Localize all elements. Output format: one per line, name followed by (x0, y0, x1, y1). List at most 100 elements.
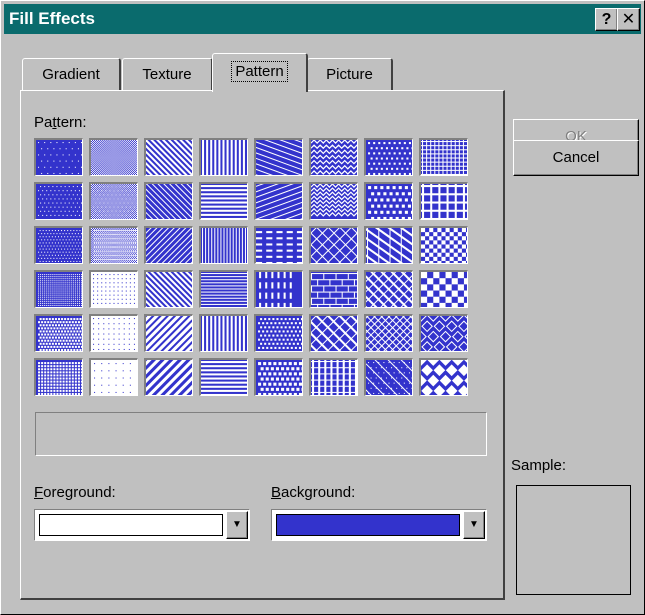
title-bar[interactable]: Fill Effects ? ✕ (4, 4, 641, 34)
pattern-small-bubbles-icon (256, 316, 302, 351)
pattern-swatch-pct30[interactable] (34, 314, 83, 352)
pattern-light-horz-icon (201, 272, 247, 307)
pattern-swatch-zigzag[interactable] (309, 226, 358, 264)
pattern-swatch-small-checker[interactable] (419, 226, 468, 264)
pattern-swatch-pct5[interactable] (34, 138, 83, 176)
sample-preview (516, 485, 631, 595)
pattern-pct80-icon (91, 316, 137, 351)
pattern-swatch-wide-up-diag[interactable] (144, 358, 193, 396)
pattern-swatch-solid-diamond[interactable] (419, 358, 468, 396)
pattern-swatch-pct90[interactable] (89, 358, 138, 396)
pattern-swatch-small-grid[interactable] (419, 138, 468, 176)
pattern-wide-up-diag-icon (146, 360, 192, 395)
pattern-description-box (35, 412, 487, 456)
pattern-swatch-narrow-vert[interactable] (199, 314, 248, 352)
pattern-large-checker-icon (421, 272, 467, 307)
close-button[interactable]: ✕ (617, 8, 640, 31)
pattern-small-confetti-icon (366, 140, 412, 175)
pattern-dash-horz-icon (256, 228, 302, 263)
pattern-small-checker-icon (421, 228, 467, 263)
pattern-solid-diamond-icon (421, 360, 467, 395)
pattern-shingle-icon (366, 228, 412, 263)
pattern-weave-icon (366, 272, 412, 307)
pattern-swatch-pct40[interactable] (34, 358, 83, 396)
tab-gradient[interactable]: Gradient (22, 58, 121, 91)
pattern-swatch-pct70[interactable] (89, 226, 138, 264)
pattern-pct40-icon (36, 360, 82, 395)
foreground-label: Foreground: (34, 484, 116, 501)
pattern-swatch-wide-down-diag[interactable] (144, 138, 193, 176)
pattern-swatch-pct80[interactable] (89, 314, 138, 352)
pattern-swatch-large-grid[interactable] (419, 182, 468, 220)
pattern-outlined-diamond-icon (421, 316, 467, 351)
pattern-swatch-outlined-diamond[interactable] (419, 314, 468, 352)
pattern-pct50-icon (91, 140, 137, 175)
pattern-dark-up-diag-icon (146, 316, 192, 351)
fill-effects-dialog: Fill Effects ? ✕ Gradient Texture Patter… (0, 0, 645, 615)
pattern-swatch-dark-down-diag[interactable] (144, 270, 193, 308)
pattern-swatch-light-vert[interactable] (199, 226, 248, 264)
cancel-button[interactable]: Cancel (513, 140, 639, 176)
pattern-large-confetti-icon (366, 184, 412, 219)
background-color-dropdown[interactable]: ▼ (271, 509, 487, 541)
pattern-swatch-small-bubbles[interactable] (254, 314, 303, 352)
pattern-pct20-icon (36, 228, 82, 263)
pattern-small-wave-icon (311, 140, 357, 175)
pattern-swatch-dash-up-diag[interactable] (254, 182, 303, 220)
pattern-swatch-pct60[interactable] (89, 182, 138, 220)
pattern-swatch-light-horz[interactable] (199, 270, 248, 308)
pattern-brick-horz-icon (311, 272, 357, 307)
pattern-swatch-brick-horz[interactable] (309, 270, 358, 308)
pattern-pct10-icon (36, 184, 82, 219)
foreground-color-dropdown[interactable]: ▼ (34, 509, 250, 541)
tab-picture[interactable]: Picture (307, 58, 393, 91)
pattern-swatch-plaid[interactable] (309, 358, 358, 396)
pattern-swatch-shingle[interactable] (364, 226, 413, 264)
pattern-swatch-pct25[interactable] (34, 270, 83, 308)
tab-texture[interactable]: Texture (122, 58, 213, 91)
background-dropdown-arrow-icon[interactable]: ▼ (463, 511, 485, 539)
tab-pattern[interactable]: Pattern (212, 53, 308, 92)
pattern-swatch-light-up-diag[interactable] (144, 226, 193, 264)
pattern-dark-vert-icon (201, 140, 247, 175)
pattern-pct90-icon (91, 360, 137, 395)
pattern-swatch-brick-diag[interactable] (309, 314, 358, 352)
pattern-swatch-trellis[interactable] (364, 314, 413, 352)
pattern-swatch-pct75[interactable] (89, 270, 138, 308)
pattern-swatch-dash-horz[interactable] (254, 226, 303, 264)
pattern-swatch-dash-down-diag[interactable] (254, 138, 303, 176)
pattern-swatch-light-down-diag[interactable] (144, 182, 193, 220)
pattern-dash-vert-icon (256, 272, 302, 307)
help-button[interactable]: ? (595, 8, 618, 31)
pattern-swatch-weave[interactable] (364, 270, 413, 308)
pattern-trellis-icon (366, 316, 412, 351)
pattern-swatch-dark-horz[interactable] (199, 182, 248, 220)
pattern-label: Pattern: (34, 114, 87, 131)
foreground-dropdown-arrow-icon[interactable]: ▼ (226, 511, 248, 539)
pattern-swatch-pct50[interactable] (89, 138, 138, 176)
pattern-swatch-sphere[interactable] (254, 358, 303, 396)
background-label: Background: (271, 484, 356, 501)
pattern-swatch-small-confetti[interactable] (364, 138, 413, 176)
pattern-brick-diag-icon (311, 316, 357, 351)
pattern-swatch-divot[interactable] (364, 358, 413, 396)
pattern-dark-horz-icon (201, 184, 247, 219)
pattern-swatch-narrow-horz[interactable] (199, 358, 248, 396)
pattern-light-down-diag-icon (146, 184, 192, 219)
pattern-swatch-wave[interactable] (309, 182, 358, 220)
pattern-light-vert-icon (201, 228, 247, 263)
tab-texture-label: Texture (142, 66, 192, 83)
pattern-swatch-dark-vert[interactable] (199, 138, 248, 176)
pattern-swatch-large-confetti[interactable] (364, 182, 413, 220)
pattern-narrow-vert-icon (201, 316, 247, 351)
pattern-swatch-small-wave[interactable] (309, 138, 358, 176)
pattern-swatch-dark-up-diag[interactable] (144, 314, 193, 352)
pattern-swatch-pct10[interactable] (34, 182, 83, 220)
pattern-sphere-icon (256, 360, 302, 395)
pattern-swatch-pct20[interactable] (34, 226, 83, 264)
pattern-swatch-dash-vert[interactable] (254, 270, 303, 308)
pattern-dash-up-diag-icon (256, 184, 302, 219)
pattern-small-grid-icon (421, 140, 467, 175)
pattern-swatch-large-checker[interactable] (419, 270, 468, 308)
pattern-grid (34, 138, 476, 400)
